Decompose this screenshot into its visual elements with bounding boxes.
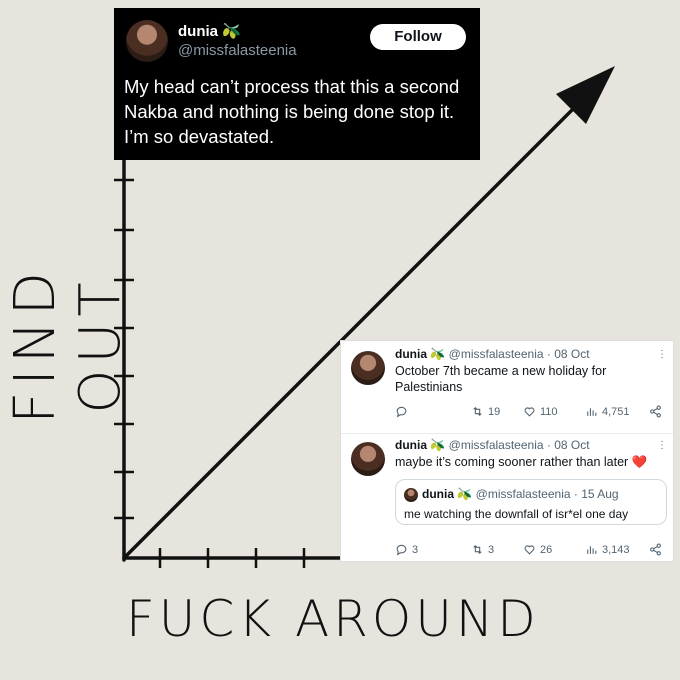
share-button[interactable] — [649, 543, 662, 556]
views-button[interactable]: 3,143 — [585, 543, 630, 556]
display-name-text[interactable]: dunia — [178, 23, 218, 40]
follow-button[interactable]: Follow — [370, 24, 466, 50]
share-icon — [650, 405, 661, 418]
tweet-1[interactable]: dunia 🫒 @missfalasteenia · 08 Oct ⋮ Octo… — [341, 341, 673, 433]
tweet-header: dunia 🫒 @missfalasteenia · 08 Oct — [395, 347, 590, 361]
display-name[interactable]: dunia — [422, 487, 454, 501]
tweet-text: maybe it’s coming sooner rather than lat… — [395, 455, 648, 469]
view-count: 3,143 — [602, 543, 630, 556]
display-name[interactable]: dunia — [395, 438, 427, 452]
heart-icon — [524, 545, 535, 555]
retweet-count: 3 — [488, 543, 495, 556]
avatar[interactable] — [404, 488, 418, 502]
quoted-tweet[interactable]: dunia 🫒 @missfalasteenia · 15 Aug me wat… — [395, 479, 667, 525]
quote-header: dunia 🫒 @missfalasteenia · 15 Aug — [422, 487, 619, 501]
more-options-icon[interactable]: ⋮ — [657, 349, 667, 360]
handle-and-date[interactable]: @missfalasteenia · 15 Aug — [476, 487, 619, 501]
like-count: 26 — [540, 543, 553, 556]
quote-text: me watching the downfall of isr*el one d… — [404, 507, 629, 521]
avatar[interactable] — [351, 351, 385, 385]
display-name[interactable]: dunia — [395, 347, 427, 361]
views-icon — [587, 546, 597, 554]
share-button[interactable] — [649, 405, 662, 418]
retweet-icon — [473, 406, 482, 417]
olive-emoji-icon: 🫒 — [430, 347, 446, 361]
tweet-header: dunia 🫒 @missfalasteenia · 08 Oct — [395, 438, 590, 452]
dark-tweet-card[interactable]: dunia 🫒 @missfalasteenia Follow My head … — [114, 8, 480, 160]
avatar[interactable] — [351, 442, 385, 476]
meme-canvas: FIND OUT FUCK AROUND dunia 🫒 @missfalast… — [0, 0, 680, 680]
user-handle[interactable]: @missfalasteenia — [178, 42, 297, 59]
reply-button[interactable]: 3 — [395, 543, 418, 556]
like-button[interactable]: 26 — [523, 543, 552, 556]
retweet-icon — [473, 544, 482, 555]
retweet-count: 19 — [488, 405, 501, 418]
heart-icon — [524, 407, 535, 417]
views-button[interactable]: 4,751 — [585, 405, 630, 418]
reply-icon — [396, 406, 407, 418]
reply-count: 3 — [412, 543, 419, 556]
olive-emoji-icon: 🫒 — [457, 487, 473, 501]
tweet-text: My head can’t process that this a second… — [124, 76, 460, 147]
tweet-thread-card: dunia 🫒 @missfalasteenia · 08 Oct ⋮ Octo… — [340, 340, 674, 562]
reply-icon — [396, 544, 407, 556]
handle-and-date[interactable]: @missfalasteenia · 08 Oct — [449, 347, 590, 361]
view-count: 4,751 — [602, 405, 630, 418]
olive-emoji-icon: 🫒 — [222, 23, 241, 40]
olive-emoji-icon: 🫒 — [430, 438, 446, 452]
more-options-icon[interactable]: ⋮ — [657, 440, 667, 451]
retweet-button[interactable]: 19 — [471, 405, 500, 418]
like-button[interactable]: 110 — [523, 405, 558, 418]
like-count: 110 — [540, 405, 558, 418]
reply-button[interactable] — [395, 405, 412, 418]
handle-and-date[interactable]: @missfalasteenia · 08 Oct — [449, 438, 590, 452]
retweet-button[interactable]: 3 — [471, 543, 494, 556]
avatar[interactable] — [126, 20, 168, 62]
tweet-text: October 7th became a new holiday for Pal… — [395, 364, 607, 394]
x-axis-label: FUCK AROUND — [126, 590, 540, 648]
y-axis-label: FIND OUT — [3, 266, 133, 424]
share-icon — [650, 543, 661, 556]
display-name[interactable]: dunia 🫒 — [178, 22, 241, 40]
views-icon — [587, 408, 597, 416]
